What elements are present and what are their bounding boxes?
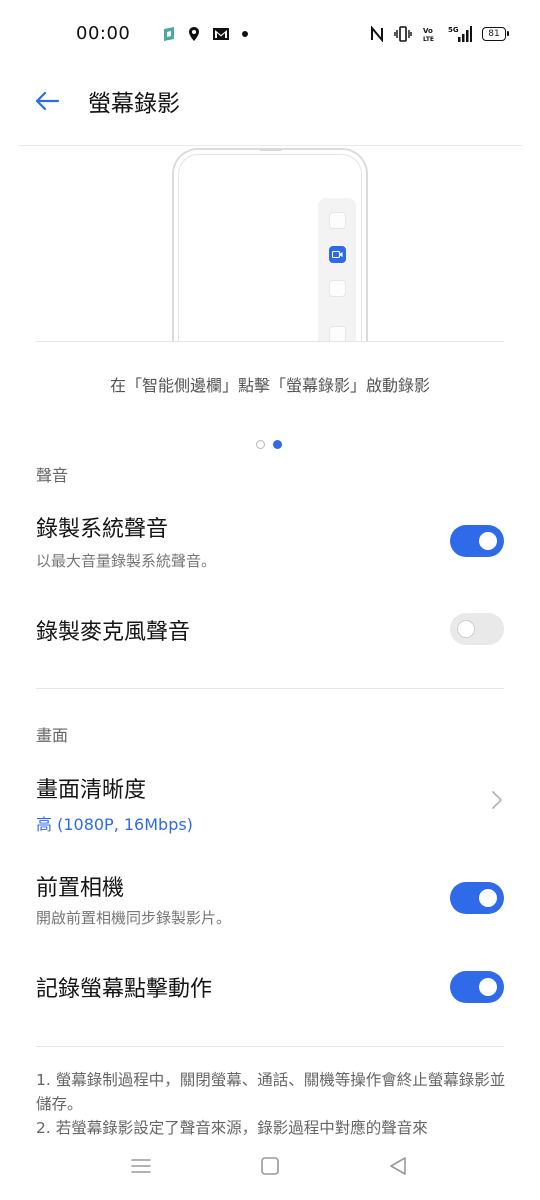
arrow-left-icon — [34, 91, 60, 115]
home-button[interactable] — [254, 1154, 286, 1182]
system-nav-bar — [0, 1140, 540, 1200]
mic-audio-title: 錄製麥克風聲音 — [36, 620, 191, 645]
system-audio-toggle[interactable] — [450, 525, 504, 557]
gmail-icon — [212, 24, 230, 44]
menu-icon — [130, 1158, 152, 1178]
svg-text:Vo: Vo — [423, 27, 433, 35]
pager-dot-1[interactable] — [256, 440, 265, 449]
status-bar: 00:00 Vo LTE 5G 81 — [0, 0, 540, 70]
volte-icon: Vo LTE — [422, 24, 438, 44]
section-header-video: 畫面 — [36, 726, 69, 745]
illustration-carousel[interactable] — [0, 146, 540, 342]
front-camera-subtitle: 開啟前置相機同步錄製影片。 — [36, 909, 232, 927]
back-triangle-icon — [388, 1156, 408, 1180]
toggle-knob — [479, 532, 497, 550]
recent-apps-button[interactable] — [125, 1154, 157, 1182]
illustration-caption: 在「智能側邊欄」點擊「螢幕錄影」啟動錄影 — [109, 376, 430, 395]
sidebar-slot — [329, 326, 346, 342]
status-left-icons — [162, 24, 248, 44]
pager-dot-2[interactable] — [273, 440, 282, 449]
chevron-right-icon — [490, 789, 504, 811]
status-time: 00:00 — [76, 23, 131, 44]
touch-record-title: 記錄螢幕點擊動作 — [36, 977, 213, 1002]
carousel-pager — [256, 440, 282, 449]
sidebar-slot — [329, 212, 346, 229]
front-camera-toggle[interactable] — [450, 882, 504, 914]
section-divider — [36, 688, 504, 689]
toggle-knob — [479, 889, 497, 907]
section-divider — [36, 1046, 504, 1047]
svg-text:5G: 5G — [448, 26, 459, 34]
note-line-2: 2. 若螢幕錄影設定了聲音來源，錄影過程中對應的聲音來 — [36, 1119, 428, 1137]
dot-icon — [242, 24, 248, 44]
note-line-1: 1. 螢幕錄制過程中，關閉螢幕、通話、關機等操作會終止螢幕錄影並儲存。 — [36, 1071, 506, 1113]
resolution-value: 高 (1080P, 16Mbps) — [36, 815, 193, 834]
resolution-title: 畫面清晰度 — [36, 778, 147, 803]
app-header: 螢幕錄影 — [0, 70, 540, 140]
system-audio-title: 錄製系統聲音 — [36, 517, 169, 542]
section-header-audio: 聲音 — [36, 466, 69, 485]
notes-text: 1. 螢幕錄制過程中，關閉螢幕、通話、關機等操作會終止螢幕錄影並儲存。 2. 若… — [36, 1068, 506, 1138]
sidebar-slot — [329, 280, 346, 297]
page-title: 螢幕錄影 — [88, 91, 180, 117]
phone-speaker — [260, 149, 282, 151]
nav-back-button[interactable] — [382, 1154, 414, 1182]
nfc-icon — [370, 24, 384, 44]
battery-icon: 81 — [482, 27, 509, 41]
5g-signal-icon: 5G — [448, 24, 472, 44]
illustration-baseline — [36, 341, 504, 342]
vibrate-icon — [394, 24, 412, 44]
toggle-knob — [479, 978, 497, 996]
back-button[interactable] — [30, 86, 64, 120]
front-camera-title: 前置相機 — [36, 876, 125, 901]
screen-record-icon — [329, 246, 346, 263]
status-right-icons: Vo LTE 5G 81 — [370, 24, 509, 44]
toggle-knob — [457, 620, 475, 638]
svg-text:LTE: LTE — [423, 36, 434, 43]
home-icon — [260, 1156, 280, 1180]
app-notification-icon — [162, 24, 176, 44]
system-audio-subtitle: 以最大音量錄製系統聲音。 — [36, 552, 217, 570]
mic-audio-toggle[interactable] — [450, 613, 504, 645]
touch-record-toggle[interactable] — [450, 971, 504, 1003]
location-icon — [188, 24, 200, 44]
